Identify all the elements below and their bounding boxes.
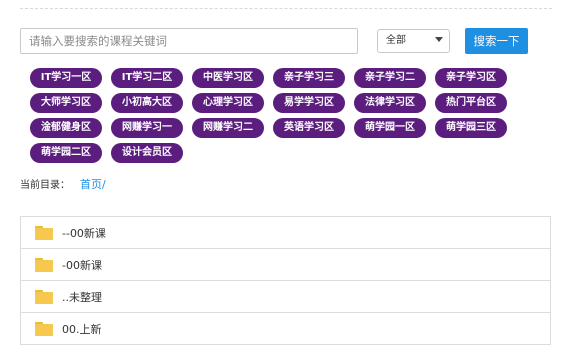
category-tag[interactable]: 热门平台区 (435, 93, 507, 113)
breadcrumb-home-link[interactable]: 首页 (80, 176, 102, 192)
folder-row[interactable]: --00新课 (21, 217, 550, 249)
folder-row[interactable]: -00新课 (21, 249, 550, 281)
category-tag[interactable]: 网赚学习二 (192, 118, 264, 138)
folder-name[interactable]: 00.上新 (62, 321, 102, 337)
folder-icon (35, 225, 53, 240)
folder-icon (35, 289, 53, 304)
category-tag[interactable]: 小初高大区 (111, 93, 183, 113)
folder-name[interactable]: --00新课 (62, 225, 106, 241)
category-tag[interactable]: 英语学习区 (273, 118, 345, 138)
chevron-down-icon (435, 37, 443, 42)
search-button[interactable]: 搜索一下 (465, 28, 528, 54)
breadcrumb-separator: / (102, 178, 106, 191)
folder-icon (35, 321, 53, 336)
category-tag[interactable]: 易学学习区 (273, 93, 345, 113)
breadcrumb: 当前目录： 首页 / (20, 176, 106, 192)
folder-row[interactable]: ..未整理 (21, 281, 550, 313)
folder-name[interactable]: -00新课 (62, 257, 102, 273)
category-tag[interactable]: 淦郁健身区 (30, 118, 102, 138)
folder-icon (35, 257, 53, 272)
category-tag[interactable]: 萌学园三区 (435, 118, 507, 138)
category-tag[interactable]: 亲子学习三 (273, 68, 345, 88)
category-tag[interactable]: 心理学习区 (192, 93, 264, 113)
top-divider (20, 8, 552, 9)
breadcrumb-label: 当前目录： (20, 180, 70, 191)
category-tags: IT学习一区 IT学习二区 中医学习区 亲子学习三 亲子学习二 亲子学习区 大师… (30, 68, 520, 163)
category-tag[interactable]: 设计会员区 (111, 143, 183, 163)
folder-list: --00新课 -00新课 ..未整理 00.上新 (20, 216, 551, 345)
category-tag[interactable]: 亲子学习区 (435, 68, 507, 88)
search-input[interactable] (20, 28, 358, 54)
scope-select[interactable]: 全部 (377, 29, 450, 53)
category-tag[interactable]: 法律学习区 (354, 93, 426, 113)
folder-row[interactable]: 00.上新 (21, 313, 550, 345)
category-tag[interactable]: 萌学园二区 (30, 143, 102, 163)
category-tag[interactable]: IT学习二区 (111, 68, 183, 88)
folder-name[interactable]: ..未整理 (62, 289, 102, 305)
category-tag[interactable]: 中医学习区 (192, 68, 264, 88)
category-tag[interactable]: 萌学园一区 (354, 118, 426, 138)
category-tag[interactable]: 大师学习区 (30, 93, 102, 113)
category-tag[interactable]: 亲子学习二 (354, 68, 426, 88)
scope-select-value: 全部 (386, 35, 406, 46)
category-tag[interactable]: IT学习一区 (30, 68, 102, 88)
category-tag[interactable]: 网赚学习一 (111, 118, 183, 138)
